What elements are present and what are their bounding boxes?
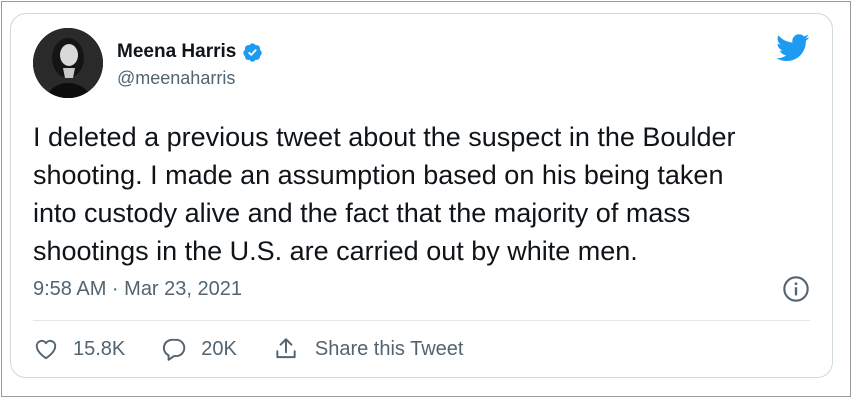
- twitter-bird-icon[interactable]: [776, 34, 810, 62]
- tweet-text: I deleted a previous tweet about the sus…: [33, 118, 813, 270]
- avatar[interactable]: [33, 28, 103, 98]
- like-count: 15.8K: [73, 337, 126, 360]
- reply-button[interactable]: 20K: [161, 336, 237, 362]
- tweet-line: into custody alive and the fact that the…: [33, 198, 691, 228]
- author-handle[interactable]: @meenaharris: [117, 68, 235, 89]
- like-button[interactable]: 15.8K: [33, 336, 125, 362]
- tweet-line: shootings in the U.S. are carried out by…: [33, 236, 638, 266]
- share-icon: [276, 338, 296, 359]
- author-name-row: Meena Harris: [117, 41, 263, 63]
- tweet-timestamp[interactable]: 9:58 AM · Mar 23, 2021: [33, 278, 242, 301]
- tweet-line: I deleted a previous tweet about the sus…: [33, 122, 736, 152]
- heart-icon: [35, 339, 57, 360]
- info-icon[interactable]: [782, 275, 810, 303]
- tweet-line: shooting. I made an assumption based on …: [33, 160, 724, 190]
- verified-badge-icon: [243, 42, 263, 62]
- tweet-card[interactable]: Meena Harris @meenaharris I deleted a pr…: [10, 13, 833, 378]
- divider: [33, 320, 810, 321]
- share-label: Share this Tweet: [314, 337, 464, 360]
- author-name[interactable]: Meena Harris: [117, 41, 236, 63]
- reply-count: 20K: [201, 337, 237, 360]
- reply-bubble-icon: [163, 338, 186, 361]
- tweet-actions: 15.8K 20K Share this Tweet: [33, 336, 499, 362]
- share-button[interactable]: Share this Tweet: [273, 336, 464, 362]
